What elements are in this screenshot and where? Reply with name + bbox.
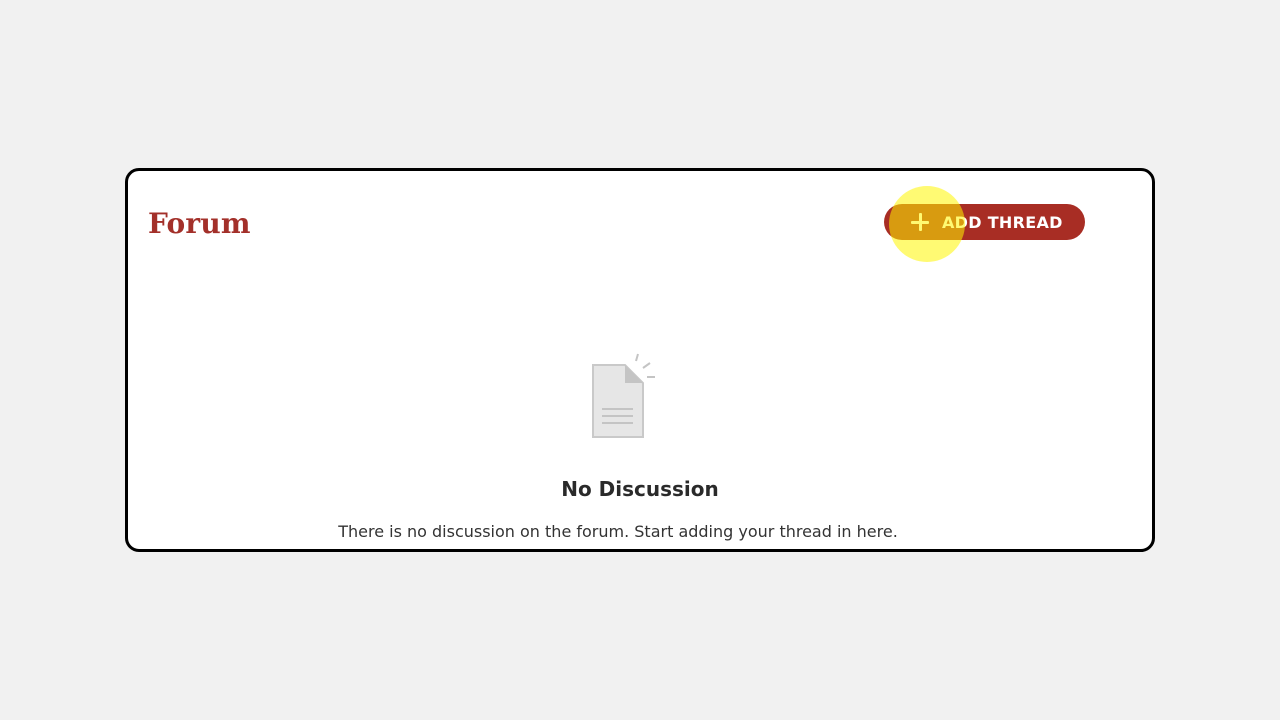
plus-icon: [910, 212, 930, 232]
add-thread-button[interactable]: ADD THREAD: [884, 204, 1085, 240]
page: Forum ADD THREAD No Discussion There is …: [0, 0, 1280, 720]
forum-panel: Forum ADD THREAD No Discussion There is …: [125, 168, 1155, 552]
page-title: Forum: [148, 207, 251, 240]
document-icon: [592, 353, 655, 438]
empty-state-title: No Discussion: [561, 477, 719, 501]
add-thread-label: ADD THREAD: [942, 212, 1063, 232]
empty-state-description: There is no discussion on the forum. Sta…: [338, 522, 898, 541]
